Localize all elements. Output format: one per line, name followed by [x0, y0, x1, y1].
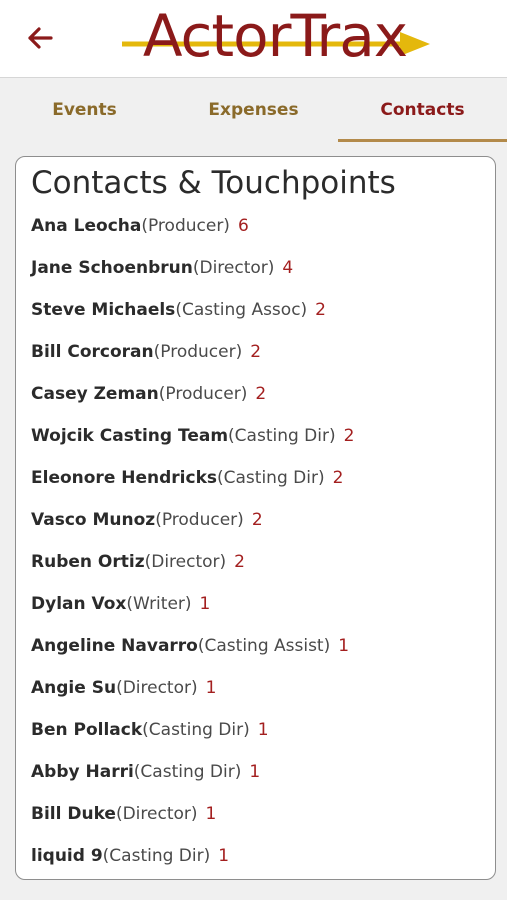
contact-row[interactable]: Steve Michaels (Casting Assoc) 2: [31, 289, 354, 331]
touchpoint-count: 2: [343, 426, 355, 446]
contact-role: (Producer): [158, 384, 248, 404]
contact-row[interactable]: Angie Su (Director) 1: [31, 667, 354, 709]
contact-row[interactable]: Bill Duke (Director) 1: [31, 793, 354, 835]
actortrax-logo: ActorTrax: [100, 2, 450, 76]
contact-row[interactable]: Wojcik Casting Team (Casting Dir) 2: [31, 415, 354, 457]
contact-role: (Casting Assist): [197, 636, 331, 656]
contact-row[interactable]: Casey Zeman (Producer) 2: [31, 373, 354, 415]
touchpoint-count: 1: [249, 762, 261, 782]
contact-role: (Producer): [155, 510, 244, 530]
contact-name: Steve Michaels: [31, 300, 176, 320]
tab-expenses[interactable]: Expenses: [169, 78, 338, 142]
contact-name: Angie Su: [31, 678, 117, 698]
contact-role: (Casting Assoc): [175, 300, 308, 320]
contact-role: (Casting Dir): [102, 846, 211, 866]
contact-name: Angeline Navarro: [31, 636, 198, 656]
touchpoint-count: 2: [251, 510, 263, 530]
contact-role: (Producer): [153, 342, 243, 362]
contact-row[interactable]: Vasco Munoz (Producer) 2: [31, 499, 354, 541]
touchpoint-count: 2: [250, 342, 262, 362]
touchpoint-count: 2: [315, 300, 326, 320]
touchpoint-count: 6: [237, 216, 249, 236]
contact-role: (Director): [192, 258, 275, 278]
touchpoint-count: 1: [205, 678, 217, 698]
contacts-list: Ana Leocha (Producer) 6 Jane Schoenbrun (Di…: [31, 205, 354, 877]
logo-text: ActorTrax: [142, 2, 408, 70]
contact-row[interactable]: Dylan Vox (Writer) 1: [31, 583, 354, 625]
back-button[interactable]: [20, 18, 60, 58]
contact-name: Abby Harri: [31, 762, 134, 782]
touchpoint-count: 2: [234, 552, 245, 572]
tab-events[interactable]: Events: [0, 78, 169, 142]
app-header: ActorTrax: [0, 0, 507, 78]
touchpoint-count: 1: [338, 636, 350, 656]
contact-name: Bill Corcoran: [31, 342, 154, 362]
contact-row[interactable]: Ben Pollack (Casting Dir) 1: [31, 709, 354, 751]
contact-row[interactable]: Bill Corcoran (Producer) 2: [31, 331, 354, 373]
contact-role: (Director): [115, 804, 198, 824]
contact-name: Jane Schoenbrun: [31, 258, 193, 278]
touchpoint-count: 1: [257, 720, 269, 740]
touchpoint-count: 1: [205, 804, 217, 824]
contact-name: Casey Zeman: [31, 384, 159, 404]
contact-row[interactable]: Angeline Navarro (Casting Assist) 1: [31, 625, 354, 667]
contact-name: Dylan Vox: [31, 594, 127, 614]
contact-row[interactable]: Ana Leocha (Producer) 6: [31, 205, 354, 247]
contact-name: Eleonore Hendricks: [31, 468, 218, 488]
contact-name: liquid 9: [31, 846, 103, 866]
contacts-card: Contacts & Touchpoints Ana Leocha (Produc…: [15, 156, 496, 880]
touchpoint-count: 1: [218, 846, 230, 866]
contact-row[interactable]: liquid 9 (Casting Dir) 1: [31, 835, 354, 877]
contact-name: Ben Pollack: [31, 720, 143, 740]
contact-role: (Director): [144, 552, 227, 572]
back-arrow-icon: [28, 27, 53, 49]
contact-row[interactable]: Ruben Ortiz (Director) 2: [31, 541, 354, 583]
contact-row[interactable]: Jane Schoenbrun (Director) 4: [31, 247, 354, 289]
contact-row[interactable]: Abby Harri (Casting Dir) 1: [31, 751, 354, 793]
tab-contacts[interactable]: Contacts: [338, 78, 507, 142]
touchpoint-count: 1: [199, 594, 211, 614]
contact-role: (Director): [116, 678, 198, 698]
touchpoint-count: 2: [332, 468, 344, 488]
card-title: Contacts & Touchpoints: [31, 165, 396, 201]
contact-name: Vasco Munoz: [31, 510, 156, 530]
contact-name: Ana Leocha: [31, 216, 142, 236]
contact-role: (Casting Dir): [217, 468, 325, 488]
contact-name: Bill Duke: [31, 804, 116, 824]
contact-role: (Writer): [126, 594, 192, 614]
contact-name: Wojcik Casting Team: [31, 426, 229, 446]
contact-role: (Producer): [141, 216, 230, 236]
touchpoint-count: 2: [255, 384, 267, 404]
contact-role: (Casting Dir): [133, 762, 242, 782]
tab-bar: Events Expenses Contacts: [0, 78, 507, 142]
contact-row[interactable]: Eleonore Hendricks (Casting Dir) 2: [31, 457, 354, 499]
touchpoint-count: 4: [282, 258, 294, 278]
contact-role: (Casting Dir): [142, 720, 250, 740]
contact-role: (Casting Dir): [228, 426, 336, 446]
contact-name: Ruben Ortiz: [31, 552, 145, 572]
